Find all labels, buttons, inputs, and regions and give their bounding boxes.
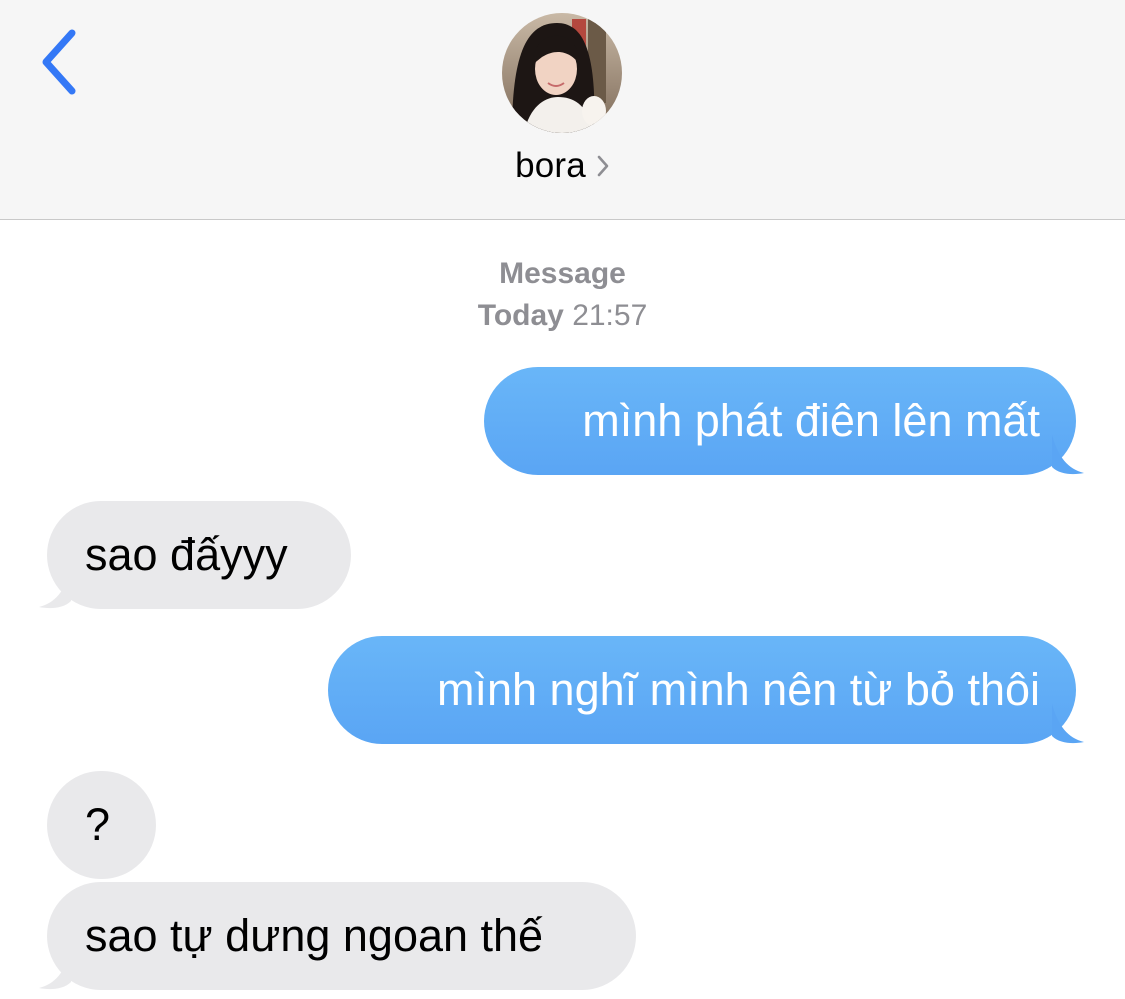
timestamp: Today 21:57 (0, 299, 1125, 333)
outgoing-message-bubble[interactable]: mình phát điên lên mất (484, 367, 1084, 475)
contact-avatar[interactable] (502, 13, 622, 133)
bubble-tail (39, 950, 71, 990)
contact-name-button[interactable]: bora (0, 142, 1125, 190)
incoming-message-bubble[interactable]: sao đấyyy (39, 501, 351, 609)
contact-name: bora (515, 146, 586, 185)
outgoing-message-bubble[interactable]: mình nghĩ mình nên từ bỏ thôi (328, 636, 1084, 744)
day-label: Today (477, 299, 564, 332)
chevron-right-icon (596, 154, 610, 178)
bubble-tail (39, 569, 71, 609)
avatar-photo (502, 13, 622, 133)
back-button[interactable] (30, 24, 86, 100)
message-text: mình phát điên lên mất (582, 395, 1040, 446)
time-label: 21:57 (572, 299, 648, 332)
bubble-tail (1052, 704, 1084, 744)
message-text: sao đấyyy (85, 529, 288, 580)
incoming-message-bubble[interactable]: ? (47, 771, 156, 879)
chevron-left-icon (42, 29, 76, 95)
message-text: sao tự dưng ngoan thế (85, 910, 544, 961)
message-text: ? (85, 799, 111, 850)
service-label: Message (499, 257, 626, 290)
bubble-tail (1052, 435, 1084, 475)
incoming-message-bubble[interactable]: sao tự dưng ngoan thế (39, 882, 636, 990)
message-text: mình nghĩ mình nên từ bỏ thôi (437, 664, 1040, 715)
conversation-header: bora (0, 0, 1125, 220)
